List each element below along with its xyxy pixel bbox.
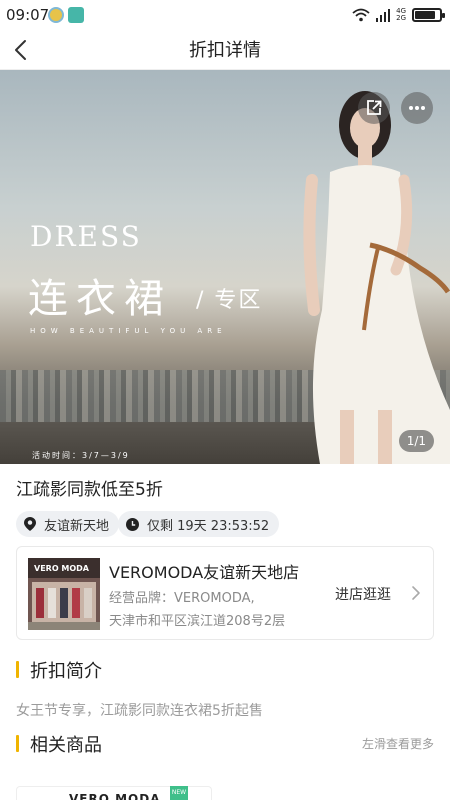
share-icon — [367, 100, 382, 115]
clock-icon — [126, 517, 139, 531]
location-pin-icon — [24, 517, 36, 531]
network-bottom: 2G — [396, 14, 406, 22]
battery-icon — [412, 8, 445, 22]
store-front-image: VERO MODA — [28, 558, 100, 630]
swipe-more-hint[interactable]: 左滑查看更多 — [362, 735, 434, 752]
store-brand: 经营品牌：VEROMODA, — [109, 591, 255, 606]
product-brand: VERO MODA — [69, 792, 161, 800]
banner-dress-title: DRESS — [30, 220, 142, 253]
store-name: VEROMODA友谊新天地店 — [109, 563, 300, 582]
related-section-title: 相关商品 — [30, 735, 102, 756]
store-address: 天津市和平区滨江道208号2层 — [109, 614, 286, 629]
more-icon — [409, 106, 425, 110]
location-label: 友谊新天地 — [44, 518, 110, 534]
more-button[interactable] — [401, 92, 433, 124]
countdown-label: 仅剩 19天 23:53:52 — [147, 518, 270, 534]
countdown-chip: 仅剩 19天 23:53:52 — [118, 511, 280, 537]
chevron-right-icon — [412, 586, 420, 600]
status-time: 09:07 — [6, 6, 50, 24]
scan-app-icon — [68, 7, 84, 23]
section-accent-bar — [16, 661, 19, 678]
discount-description: 女王节专享，江疏影同款连衣裙5折起售 — [16, 703, 263, 719]
promo-title: 江疏影同款低至5折 — [16, 480, 163, 500]
wifi-icon — [352, 8, 370, 22]
banner-category-title: 连衣裙 — [28, 276, 172, 322]
battery-level — [415, 11, 436, 19]
weather-app-icon — [48, 7, 64, 23]
status-bar: 09:07 4G 2G — [0, 0, 450, 30]
store-card[interactable]: VERO MODA VEROMODA友谊新天地店 经营品牌：VEROMODA, … — [16, 546, 434, 640]
new-badge: NEW — [170, 786, 188, 800]
discount-section-title: 折扣简介 — [30, 661, 102, 682]
nav-bar: 折扣详情 — [0, 30, 450, 70]
location-chip[interactable]: 友谊新天地 — [16, 511, 120, 537]
store-thumbnail: VERO MODA — [28, 558, 100, 630]
promo-banner[interactable]: DRESS 连衣裙 / 专区 HOW BEAUTIFUL YOU ARE 活动时… — [0, 70, 450, 464]
store-sign-text: VERO MODA — [34, 564, 90, 573]
status-indicators: 4G 2G — [352, 7, 445, 23]
banner-tagline: HOW BEAUTIFUL YOU ARE — [30, 327, 227, 335]
banner-pager: 1/1 — [398, 430, 434, 452]
share-button[interactable] — [358, 92, 390, 124]
section-accent-bar — [16, 735, 19, 752]
banner-category-subtitle: / 专区 — [196, 288, 263, 313]
signal-icon — [376, 8, 391, 22]
banner-model-image — [303, 91, 450, 464]
enter-store-button[interactable]: 进店逛逛 — [335, 584, 391, 604]
banner-activity-date: 活动时间：3/7—3/9 — [32, 451, 130, 460]
network-type: 4G 2G — [396, 8, 406, 22]
page-title: 折扣详情 — [189, 40, 261, 61]
